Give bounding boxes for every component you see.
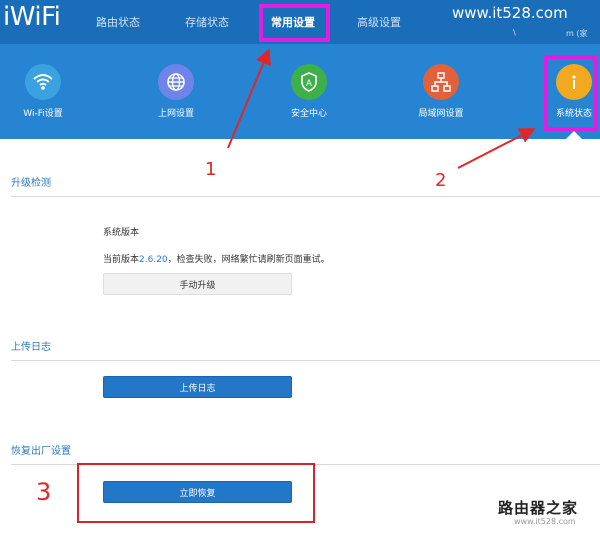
wifi-settings-label: Wi-Fi设置 (23, 109, 63, 119)
site-watermark: www.it528.com (452, 4, 568, 22)
highlight-restore-button (77, 463, 315, 523)
version-status-line: 当前版本2.6.20，检查失败，网络繁忙请刷新页面重试。 (103, 252, 330, 265)
log-section-title: 上传日志 (11, 342, 51, 353)
tab-router-status[interactable]: 路由状态 (96, 14, 140, 30)
user-name[interactable]: m (家 (566, 28, 587, 39)
upload-log-button[interactable]: 上传日志 (103, 376, 292, 398)
version-number: 2.6.20 (139, 255, 168, 265)
security-center-label: 安全中心 (290, 109, 327, 119)
iwifi-logo: iWiFi (3, 2, 61, 32)
globe-icon (158, 64, 194, 100)
internet-settings-item[interactable]: 上网设置 (136, 64, 216, 119)
security-center-item[interactable]: A 安全中心 (269, 64, 349, 119)
shield-icon: A (291, 64, 327, 100)
version-status-suffix: ，检查失败，网络繁忙请刷新页面重试。 (167, 255, 330, 265)
upgrade-section-title: 升级检测 (11, 178, 51, 189)
manual-upgrade-button[interactable]: 手动升级 (103, 273, 292, 295)
settings-icon-bar: Wi-Fi设置 上网设置 A 安全中心 局域网设置 系统状态 (0, 44, 600, 139)
log-divider (11, 360, 600, 361)
corner-watermark: 路由器之家 (498, 499, 579, 517)
wifi-icon (25, 64, 61, 100)
lan-settings-item[interactable]: 局域网设置 (401, 64, 481, 119)
version-status-prefix: 当前版本 (103, 255, 140, 265)
reset-section-title: 恢复出厂设置 (11, 446, 71, 457)
highlight-common-settings (259, 4, 330, 42)
upgrade-divider (11, 196, 600, 197)
highlight-system-status (544, 55, 598, 131)
user-separator: \ (513, 28, 516, 37)
selected-tab-indicator (566, 131, 582, 139)
internet-settings-label: 上网设置 (157, 109, 194, 119)
network-icon (423, 64, 459, 100)
wifi-settings-item[interactable]: Wi-Fi设置 (3, 64, 83, 119)
annotation-number-3: 3 (36, 478, 52, 506)
tab-advanced-settings[interactable]: 高级设置 (357, 14, 401, 30)
svg-text:A: A (306, 79, 313, 89)
annotation-number-2: 2 (435, 170, 447, 191)
corner-watermark-url: www.it528.com (514, 517, 576, 526)
tab-storage-status[interactable]: 存储状态 (185, 14, 229, 30)
annotation-number-1: 1 (205, 159, 217, 180)
lan-settings-label: 局域网设置 (418, 109, 464, 119)
system-version-heading: 系统版本 (103, 228, 140, 238)
